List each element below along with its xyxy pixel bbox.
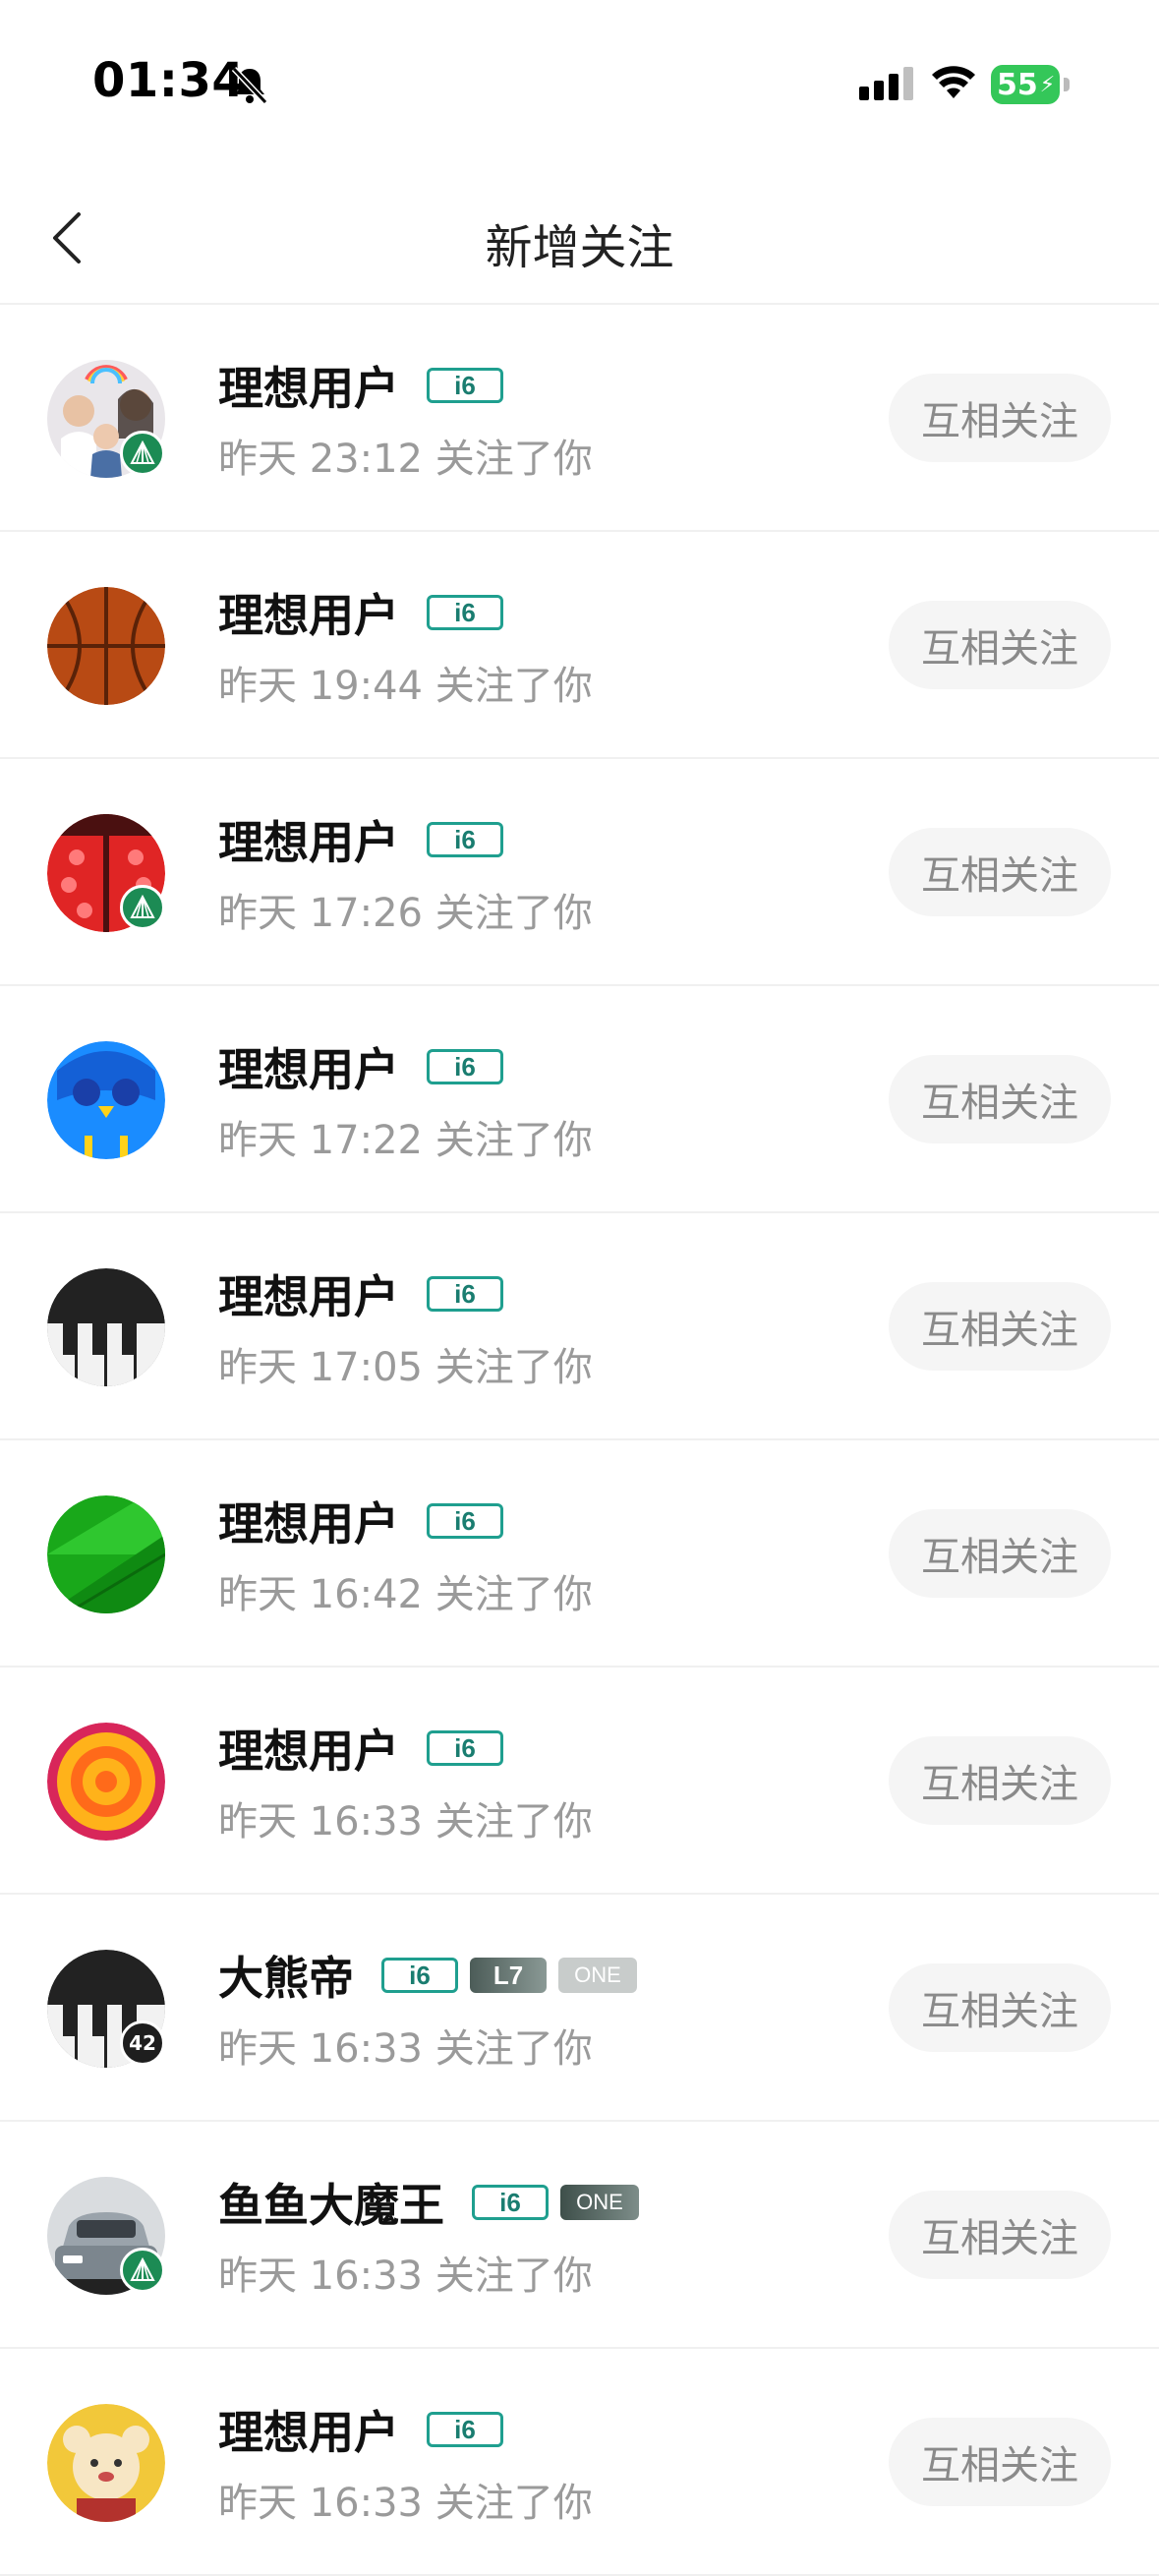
list-item[interactable]: 理想用户 i6 昨天 16:33 关注了你 互相关注 (0, 1668, 1159, 1895)
car-tag-i6: i6 (427, 368, 503, 403)
follow-time-text: 昨天 16:42 关注了你 (218, 1572, 593, 1617)
follow-time-text: 昨天 16:33 关注了你 (218, 2254, 593, 2299)
avatar[interactable] (47, 2404, 165, 2522)
mutual-follow-button[interactable]: 互相关注 (889, 1509, 1111, 1598)
car-tag-i6: i6 (427, 822, 503, 857)
mutual-follow-button[interactable]: 互相关注 (889, 1736, 1111, 1825)
cellular-signal-icon (859, 67, 913, 100)
username[interactable]: 理想用户 (218, 1034, 399, 1099)
avatar[interactable] (47, 1723, 165, 1841)
car-tag-i6: i6 (427, 2412, 503, 2447)
list-item[interactable]: 理想用户 i6 昨天 17:26 关注了你 互相关注 (0, 759, 1159, 986)
car-tag-i6: i6 (427, 1503, 503, 1539)
follow-time-text: 昨天 16:33 关注了你 (218, 1799, 593, 1844)
brand-leaf-badge (120, 431, 165, 476)
brand-leaf-badge (120, 2248, 165, 2293)
leaf-icon (130, 2256, 155, 2281)
battery-indicator: 55 ⚡ (991, 65, 1070, 104)
username[interactable]: 理想用户 (218, 353, 399, 418)
username[interactable]: 理想用户 (218, 2397, 399, 2462)
mutual-follow-button[interactable]: 互相关注 (889, 2191, 1111, 2279)
follow-time-text: 昨天 17:26 关注了你 (218, 891, 593, 936)
name-line: 理想用户 i6 (218, 1493, 515, 1551)
list-item[interactable]: 42 大熊帝 i6 L7 ONE 昨天 16:33 关注了你 互相关注 (0, 1895, 1159, 2122)
name-line: 理想用户 i6 (218, 585, 515, 642)
car-tag-one: ONE (560, 2185, 639, 2220)
car-tag-i6: i6 (427, 1276, 503, 1312)
leaf-icon (130, 439, 155, 464)
follow-time-text: 昨天 17:22 关注了你 (218, 1118, 593, 1163)
list-item[interactable]: 理想用户 i6 昨天 17:22 关注了你 互相关注 (0, 986, 1159, 1213)
username[interactable]: 理想用户 (218, 580, 399, 645)
leaf-icon (130, 894, 155, 918)
mutual-follow-button[interactable]: 互相关注 (889, 601, 1111, 689)
car-tag-i6: i6 (427, 1730, 503, 1766)
mutual-follow-button[interactable]: 互相关注 (889, 1055, 1111, 1143)
avatar[interactable] (47, 1268, 165, 1386)
page-title: 新增关注 (485, 220, 674, 275)
car-tag-l7: L7 (470, 1958, 547, 1993)
list-item[interactable]: 理想用户 i6 昨天 23:12 关注了你 互相关注 (0, 305, 1159, 532)
mutual-follow-button[interactable]: 互相关注 (889, 1282, 1111, 1371)
name-line: 大熊帝 i6 L7 ONE (218, 1948, 649, 2005)
name-line: 理想用户 i6 (218, 2402, 515, 2459)
follow-time-text: 昨天 19:44 关注了你 (218, 664, 593, 709)
follow-time-text: 昨天 23:12 关注了你 (218, 437, 593, 482)
list-item[interactable]: 鱼鱼大魔王 i6 ONE 昨天 16:33 关注了你 互相关注 (0, 2122, 1159, 2349)
battery-level: 55 ⚡ (991, 65, 1060, 104)
level-badge: 42 (120, 2020, 165, 2066)
username[interactable]: 理想用户 (218, 1489, 399, 1553)
follow-time-text: 昨天 16:33 关注了你 (218, 2026, 593, 2072)
avatar[interactable] (47, 1495, 165, 1613)
username[interactable]: 理想用户 (218, 1716, 399, 1781)
username[interactable]: 理想用户 (218, 807, 399, 872)
battery-tip (1064, 78, 1070, 91)
name-line: 理想用户 i6 (218, 1721, 515, 1778)
car-tag-i6: i6 (427, 1049, 503, 1084)
name-line: 鱼鱼大魔王 i6 ONE (218, 2175, 651, 2232)
car-tag-i6: i6 (472, 2185, 549, 2220)
car-tag-i6: i6 (381, 1958, 458, 1993)
avatar[interactable] (47, 1041, 165, 1159)
follow-time-text: 昨天 16:33 关注了你 (218, 2481, 593, 2526)
brand-leaf-badge (120, 885, 165, 930)
mutual-follow-button[interactable]: 互相关注 (889, 828, 1111, 916)
name-line: 理想用户 i6 (218, 1039, 515, 1096)
name-line: 理想用户 i6 (218, 812, 515, 869)
status-time: 01:34 (92, 53, 246, 108)
mutual-follow-button[interactable]: 互相关注 (889, 2418, 1111, 2506)
car-tag-i6: i6 (427, 595, 503, 630)
name-line: 理想用户 i6 (218, 358, 515, 415)
car-tag-one: ONE (558, 1958, 637, 1993)
list-item[interactable]: 理想用户 i6 昨天 16:33 关注了你 互相关注 (0, 2349, 1159, 2576)
mutual-follow-button[interactable]: 互相关注 (889, 1963, 1111, 2052)
list-item[interactable]: 理想用户 i6 昨天 16:42 关注了你 互相关注 (0, 1440, 1159, 1668)
username[interactable]: 理想用户 (218, 1261, 399, 1326)
follow-time-text: 昨天 17:05 关注了你 (218, 1345, 593, 1390)
nav-bar: 新增关注 (0, 147, 1159, 305)
username[interactable]: 大熊帝 (218, 1943, 354, 2008)
username[interactable]: 鱼鱼大魔王 (218, 2170, 444, 2235)
mutual-follow-button[interactable]: 互相关注 (889, 374, 1111, 462)
avatar[interactable] (47, 587, 165, 705)
name-line: 理想用户 i6 (218, 1266, 515, 1323)
list-item[interactable]: 理想用户 i6 昨天 19:44 关注了你 互相关注 (0, 532, 1159, 759)
status-bar: 01:34 55 ⚡ (0, 0, 1159, 147)
wifi-icon (932, 66, 975, 98)
bell-muted-icon (231, 66, 268, 105)
list-item[interactable]: 理想用户 i6 昨天 17:05 关注了你 互相关注 (0, 1213, 1159, 1440)
follower-list: 理想用户 i6 昨天 23:12 关注了你 互相关注 理想用户 i6 昨天 19… (0, 305, 1159, 2576)
